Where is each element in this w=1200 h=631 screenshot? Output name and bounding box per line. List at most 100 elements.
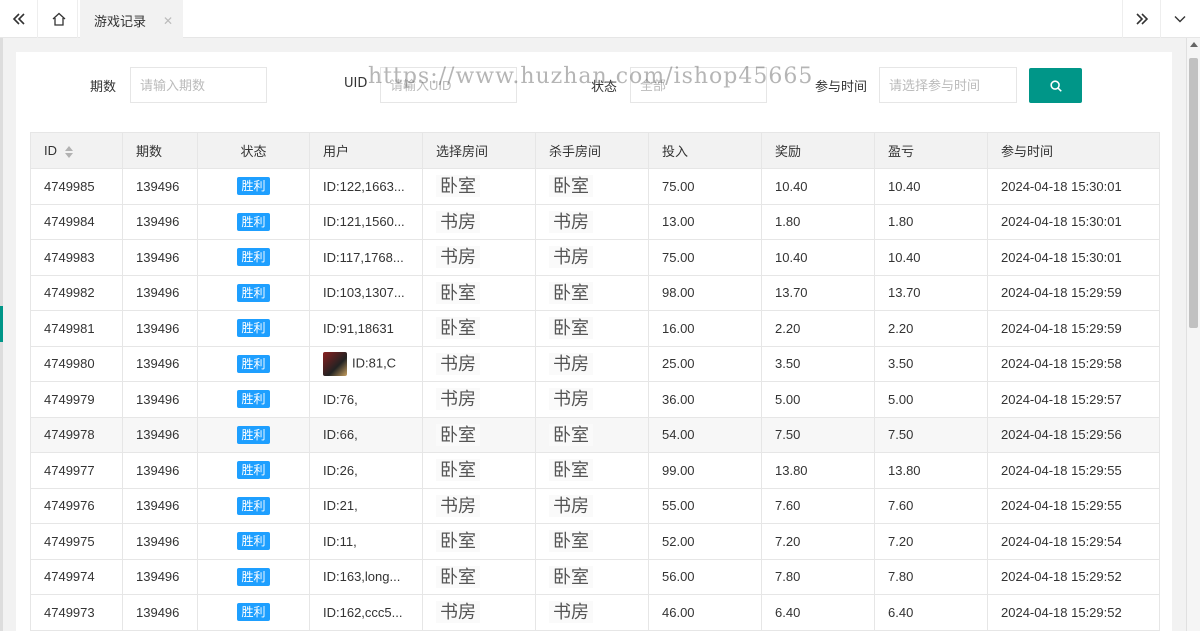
cell-bet: 98.00 <box>648 274 762 311</box>
status-label: 状态 <box>591 80 618 95</box>
double-left-icon[interactable] <box>0 0 38 38</box>
nav-accent <box>0 306 3 342</box>
table-row[interactable]: 4749978 139496 胜利 ID:66, 卧室 卧室 54.00 7.50 7.50 20… <box>30 416 1160 453</box>
cell-bet: 36.00 <box>648 381 762 418</box>
cell-killer-room: 书房 <box>535 594 649 631</box>
cell-status: 胜利 <box>197 345 310 382</box>
cell-reward: 7.80 <box>761 558 875 595</box>
col-id[interactable]: ID <box>30 132 123 169</box>
double-right-icon[interactable] <box>1122 0 1160 38</box>
cell-id: 4749980 <box>30 345 123 382</box>
cell-status: 胜利 <box>197 381 310 418</box>
col-choose-room: 选择房间 <box>422 132 536 169</box>
cell-status: 胜利 <box>197 523 310 560</box>
cell-period: 139496 <box>122 310 198 347</box>
room-label: 卧室 <box>549 530 593 553</box>
close-icon[interactable]: ✕ <box>163 14 173 28</box>
period-label: 期数 <box>90 80 117 95</box>
uid-input[interactable] <box>380 67 517 103</box>
cell-status: 胜利 <box>197 310 310 347</box>
table-row[interactable]: 4749973 139496 胜利 ID:162,ccc5... 书房 书房 46.00 6.… <box>30 594 1160 631</box>
table-row[interactable]: 4749975 139496 胜利 ID:11, 卧室 卧室 52.00 7.20 7.20 20… <box>30 523 1160 560</box>
cell-status: 胜利 <box>197 274 310 311</box>
table-row[interactable]: 4749983 139496 胜利 ID:117,1768... 书房 书房 75.00 10… <box>30 239 1160 276</box>
cell-profit: 13.80 <box>874 452 988 489</box>
cell-time: 2024-04-18 15:29:58 <box>987 345 1160 382</box>
cell-status: 胜利 <box>197 452 310 489</box>
chevron-down-icon[interactable] <box>1160 0 1198 38</box>
cell-profit: 3.50 <box>874 345 988 382</box>
home-icon[interactable] <box>40 0 78 38</box>
cell-profit: 6.40 <box>874 594 988 631</box>
table-row[interactable]: 4749981 139496 胜利 ID:91,18631 卧室 卧室 16.00 2.20 2… <box>30 310 1160 347</box>
page-scrollbar[interactable] <box>1186 38 1200 631</box>
room-label: 书房 <box>436 494 480 517</box>
cell-choose-room: 卧室 <box>422 452 536 489</box>
cell-period: 139496 <box>122 345 198 382</box>
cell-profit: 1.80 <box>874 203 988 240</box>
cell-id: 4749985 <box>30 168 123 205</box>
user-text: ID:81,C <box>352 355 397 371</box>
cell-user: ID:121,1560... <box>309 203 423 240</box>
room-label: 卧室 <box>436 423 480 446</box>
time-input[interactable] <box>879 67 1017 103</box>
cell-status: 胜利 <box>197 168 310 205</box>
cell-bet: 99.00 <box>648 452 762 489</box>
cell-period: 139496 <box>122 452 198 489</box>
table-row[interactable]: 4749974 139496 胜利 ID:163,long... 卧室 卧室 56.00 7.… <box>30 558 1160 595</box>
status-badge: 胜利 <box>237 283 270 302</box>
left-edge <box>0 38 3 631</box>
search-button[interactable] <box>1029 68 1082 103</box>
table-row[interactable]: 4749976 139496 胜利 ID:21, 书房 书房 55.00 7.60 7.60 20… <box>30 487 1160 524</box>
col-profit: 盈亏 <box>874 132 988 169</box>
cell-choose-room: 卧室 <box>422 168 536 205</box>
cell-time: 2024-04-18 15:30:01 <box>987 168 1160 205</box>
cell-time: 2024-04-18 15:30:01 <box>987 239 1160 276</box>
search-form: 期数 UID 状态 参与时间 https://www.huzhan.com/is… <box>16 52 1172 120</box>
cell-killer-room: 卧室 <box>535 416 649 453</box>
cell-choose-room: 书房 <box>422 345 536 382</box>
cell-reward: 7.20 <box>761 523 875 560</box>
cell-bet: 54.00 <box>648 416 762 453</box>
cell-killer-room: 书房 <box>535 203 649 240</box>
room-label: 书房 <box>436 601 480 624</box>
room-label: 书房 <box>549 246 593 269</box>
cell-period: 139496 <box>122 168 198 205</box>
table-row[interactable]: 4749985 139496 胜利 ID:122,1663... 卧室 卧室 75.00 10… <box>30 168 1160 205</box>
cell-status: 胜利 <box>197 594 310 631</box>
cell-time: 2024-04-18 15:29:57 <box>987 381 1160 418</box>
table-row[interactable]: 4749984 139496 胜利 ID:121,1560... 书房 书房 13.00 1.… <box>30 203 1160 240</box>
cell-time: 2024-04-18 15:29:59 <box>987 310 1160 347</box>
room-label: 书房 <box>436 210 480 233</box>
cell-bet: 46.00 <box>648 594 762 631</box>
user-text: ID:76, <box>323 391 358 407</box>
table-row[interactable]: 4749980 139496 胜利 ID:81,C 书房 书房 25.00 3.50 3.50 2… <box>30 345 1160 382</box>
cell-reward: 7.60 <box>761 487 875 524</box>
cell-period: 139496 <box>122 274 198 311</box>
cell-killer-room: 卧室 <box>535 310 649 347</box>
cell-reward: 2.20 <box>761 310 875 347</box>
room-label: 卧室 <box>436 175 480 198</box>
cell-reward: 10.40 <box>761 239 875 276</box>
col-user: 用户 <box>309 132 423 169</box>
status-select[interactable] <box>630 67 767 103</box>
scroll-thumb[interactable] <box>1189 58 1198 328</box>
cell-profit: 7.60 <box>874 487 988 524</box>
table-row[interactable]: 4749977 139496 胜利 ID:26, 卧室 卧室 99.00 13.80 13.80… <box>30 452 1160 489</box>
sort-icon[interactable] <box>65 145 73 158</box>
cell-period: 139496 <box>122 203 198 240</box>
cell-time: 2024-04-18 15:29:54 <box>987 523 1160 560</box>
room-label: 卧室 <box>436 281 480 304</box>
tab-game-records[interactable]: 游戏记录 ✕ <box>80 0 183 38</box>
table-header: ID 期数 状态 用户 选择房间 杀手房间 投入 奖励 盈亏 参与时间 <box>30 132 1160 169</box>
table-row[interactable]: 4749982 139496 胜利 ID:103,1307... 卧室 卧室 98.00 13… <box>30 274 1160 311</box>
user-text: ID:66, <box>323 427 358 443</box>
period-input[interactable] <box>130 67 267 103</box>
cell-choose-room: 卧室 <box>422 274 536 311</box>
table-row[interactable]: 4749979 139496 胜利 ID:76, 书房 书房 36.00 5.00 5.00 20… <box>30 381 1160 418</box>
cell-period: 139496 <box>122 487 198 524</box>
user-text: ID:11, <box>323 533 357 549</box>
scroll-up-icon[interactable] <box>1190 42 1198 47</box>
cell-reward: 7.50 <box>761 416 875 453</box>
room-label: 书房 <box>549 352 593 375</box>
